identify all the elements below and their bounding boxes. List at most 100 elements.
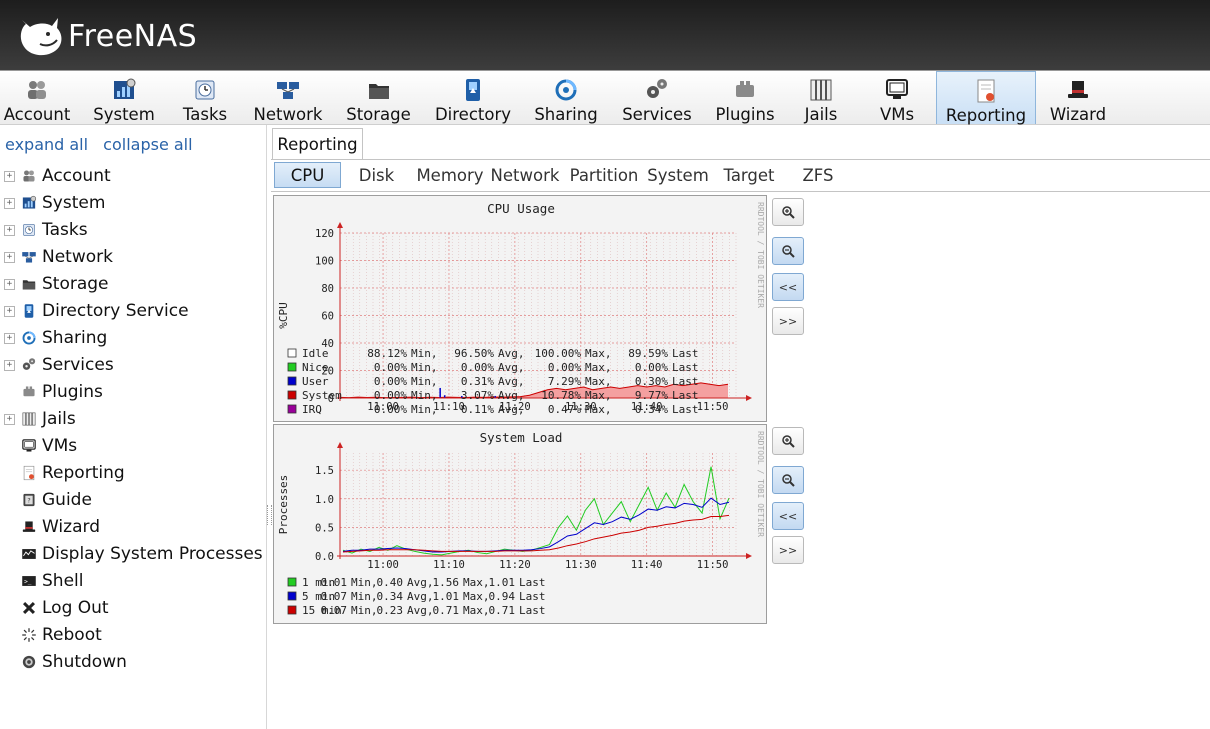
reporting-icon xyxy=(977,79,995,103)
load-zoom-out-button[interactable] xyxy=(772,466,804,494)
toolbar-services-button[interactable]: Services xyxy=(612,71,702,124)
load-zoom-in-button[interactable] xyxy=(772,427,804,455)
expand-toggle-icon[interactable]: + xyxy=(4,332,15,344)
legend-last-label: Last xyxy=(519,576,546,589)
subtab-cpu[interactable]: CPU xyxy=(274,162,341,188)
sidebar-item-tasks[interactable]: + Tasks xyxy=(0,217,88,243)
x-tick-label: 11:10 xyxy=(433,559,465,571)
legend-swatch xyxy=(287,577,297,587)
legend-min-label: Min, xyxy=(351,604,378,617)
legend-avg: 0.00% xyxy=(461,361,494,374)
legend-last-label: Last xyxy=(519,590,546,603)
sidebar-item-label: Network xyxy=(42,247,113,267)
expand-toggle-icon[interactable]: + xyxy=(4,359,15,371)
sidebar-item-vms[interactable]: VMs xyxy=(0,433,77,459)
toolbar-directory-button[interactable]: Directory xyxy=(426,71,520,124)
subtab-divider xyxy=(271,191,1210,192)
sidebar-item-reporting[interactable]: Reporting xyxy=(0,460,125,486)
expand-toggle-icon[interactable]: + xyxy=(4,170,15,182)
subtab-partition[interactable]: Partition xyxy=(568,162,640,188)
legend-last: 0.71 xyxy=(489,604,516,617)
toolbar-sharing-button[interactable]: Sharing xyxy=(522,71,610,124)
toolbar-jails-button[interactable]: Jails xyxy=(786,71,856,124)
y-axis-arrow xyxy=(337,222,343,228)
sidebar-item-storage[interactable]: + Storage xyxy=(0,271,109,297)
account-icon xyxy=(28,81,46,99)
sidebar-item-system[interactable]: + System xyxy=(0,190,105,216)
legend-max: 10.78% xyxy=(541,389,581,402)
expand-toggle-icon[interactable]: + xyxy=(4,251,15,263)
sidebar-item-label: Plugins xyxy=(42,382,103,402)
cpu-usage-chart: CPU Usage RRDTOOL / TOBI OETIKER%CPU11:00… xyxy=(277,201,765,416)
subtab-memory[interactable]: Memory xyxy=(413,162,487,188)
system-load-graph: System Load RRDTOOL / TOBI OETIKER Process… xyxy=(273,424,767,624)
subtab-network[interactable]: Network xyxy=(490,162,560,188)
load-back-button[interactable]: << xyxy=(772,502,804,530)
sidebar-item-account[interactable]: + Account xyxy=(0,163,111,189)
expand-toggle-icon[interactable]: + xyxy=(4,278,15,290)
legend-last-label: Last xyxy=(672,389,699,402)
toolbar-tasks-button[interactable]: Tasks xyxy=(172,71,238,124)
legend-name: Nice xyxy=(302,361,329,374)
expand-toggle-icon[interactable]: + xyxy=(4,197,15,209)
sidebar-item-display-system-processes[interactable]: Display System Processes xyxy=(0,541,263,567)
subtab-zfs[interactable]: ZFS xyxy=(798,162,838,188)
sidebar-item-jails[interactable]: + Jails xyxy=(0,406,76,432)
processes-icon xyxy=(22,549,36,559)
legend-last: 0.94 xyxy=(489,590,516,603)
storage-icon xyxy=(368,84,389,99)
expand-toggle-icon[interactable]: + xyxy=(4,224,15,236)
sidebar-item-guide[interactable]: ? Guide xyxy=(0,487,92,513)
expand-all-link[interactable]: expand all xyxy=(5,135,88,154)
toolbar-item-label: Services xyxy=(622,105,692,124)
toolbar-storage-button[interactable]: Storage xyxy=(334,71,423,124)
vms-icon xyxy=(22,439,36,452)
sidebar-item-shell[interactable]: >_ Shell xyxy=(0,568,83,594)
subtab-target[interactable]: Target xyxy=(720,162,778,188)
toolbar-vms-button[interactable]: VMs xyxy=(860,71,934,124)
sidebar-item-reboot[interactable]: Reboot xyxy=(0,622,102,648)
load-forward-button[interactable]: >> xyxy=(772,536,804,564)
y-axis-arrow xyxy=(337,442,343,448)
sidebar-item-plugins[interactable]: Plugins xyxy=(0,379,103,405)
sidebar-item-sharing[interactable]: + Sharing xyxy=(0,325,107,351)
expand-toggle-icon[interactable]: + xyxy=(4,413,15,425)
collapse-all-link[interactable]: collapse all xyxy=(103,135,192,154)
toolbar-system-button[interactable]: System xyxy=(79,71,169,124)
tab-reporting[interactable]: Reporting xyxy=(272,128,363,160)
subtab-disk[interactable]: Disk xyxy=(358,162,395,188)
legend-avg-label: Avg, xyxy=(498,347,525,360)
toolbar-wizard-button[interactable]: Wizard xyxy=(1040,71,1116,124)
cpu-back-button[interactable]: << xyxy=(772,273,804,301)
shutdown-icon xyxy=(22,655,36,669)
sidebar-item-shutdown[interactable]: Shutdown xyxy=(0,649,127,675)
cpu-zoom-out-button[interactable] xyxy=(772,237,804,265)
expand-toggle-icon[interactable]: + xyxy=(4,305,15,317)
zoom-in-icon xyxy=(782,206,795,219)
sidebar-item-directory-service[interactable]: + Directory Service xyxy=(0,298,189,324)
legend-max: 0.47% xyxy=(548,403,581,416)
cpu-usage-graph: CPU Usage RRDTOOL / TOBI OETIKER %CPU 11:00… xyxy=(273,195,767,422)
sidebar-item-network[interactable]: + Network xyxy=(0,244,113,270)
toolbar-plugins-button[interactable]: Plugins xyxy=(706,71,784,124)
sidebar-item-services[interactable]: + Services xyxy=(0,352,114,378)
y-tick-label: 80 xyxy=(321,283,334,295)
sidebar-item-log-out[interactable]: Log Out xyxy=(0,595,109,621)
legend-min-label: Min, xyxy=(351,576,378,589)
system-icon xyxy=(22,195,37,209)
toolbar-account-button[interactable]: Account xyxy=(0,71,74,124)
sidebar-item-label: Reboot xyxy=(42,625,102,645)
y-tick-label: 100 xyxy=(315,256,334,268)
cpu-forward-button[interactable]: >> xyxy=(772,307,804,335)
legend-max: 0.00% xyxy=(548,361,581,374)
sidebar-item-wizard[interactable]: Wizard xyxy=(0,514,100,540)
freenas-logo[interactable]: FreeNAS xyxy=(18,12,197,60)
legend-swatch xyxy=(287,390,297,400)
toolbar-network-button[interactable]: Network xyxy=(244,71,332,124)
toolbar-reporting-button[interactable]: Reporting xyxy=(936,71,1036,125)
cpu-zoom-in-button[interactable] xyxy=(772,198,804,226)
subtab-system[interactable]: System xyxy=(645,162,711,188)
reporting-icon xyxy=(23,465,35,481)
sidebar-item-label: Log Out xyxy=(42,598,109,618)
services-icon xyxy=(647,79,667,98)
